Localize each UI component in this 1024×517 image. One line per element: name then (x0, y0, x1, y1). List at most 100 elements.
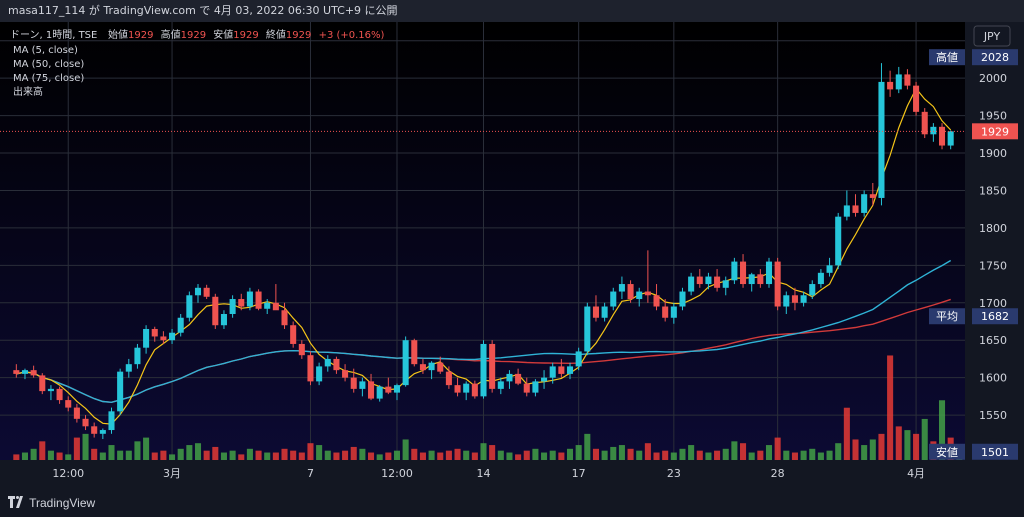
volume-bar (134, 441, 141, 460)
candle (938, 123, 946, 150)
volume-bar (627, 448, 634, 460)
volume-bar (333, 452, 340, 460)
candle (255, 289, 262, 311)
volume-bar (186, 445, 193, 460)
candle-body (895, 74, 902, 90)
candle-body (402, 340, 409, 386)
volume-bar (817, 452, 824, 460)
candle-body (653, 295, 660, 307)
candle (731, 257, 738, 285)
candle-body (618, 284, 625, 292)
candle (861, 190, 868, 217)
y-tick-label: 1850 (979, 184, 1007, 197)
currency-button[interactable]: JPY (973, 25, 1011, 47)
volume-bar (913, 433, 920, 460)
volume-bar (117, 450, 124, 460)
candle (108, 407, 115, 434)
candle-body (930, 126, 937, 135)
candle-body (376, 386, 383, 399)
volume-bar (169, 454, 176, 460)
candle-body (938, 126, 946, 146)
candle-body (359, 381, 366, 389)
volume-bar (826, 450, 833, 460)
candle (774, 257, 781, 311)
volume-bar (220, 452, 227, 460)
candle-body (636, 291, 643, 300)
volume-bar (662, 450, 669, 460)
price-chart[interactable]: 1550 1600 1650 1700 1750 1800 1850 1900 1950 2000… (0, 22, 1024, 490)
volume-bar (73, 437, 80, 460)
x-tick-label: 14 (477, 467, 491, 480)
candle-body (437, 362, 444, 372)
volume-bar (298, 452, 305, 460)
candle-body (679, 291, 686, 307)
candle-body (774, 261, 781, 307)
candle-body (549, 366, 556, 378)
volume-bar (316, 445, 323, 460)
candle-body (497, 381, 504, 389)
candle-body (307, 355, 314, 382)
y-tick-label: 1900 (979, 147, 1007, 160)
tradingview-logo[interactable]: TradingView (8, 496, 95, 510)
candle-body (419, 364, 426, 371)
volume-bar (636, 450, 643, 460)
volume-bar (39, 441, 46, 460)
volume-bar (203, 450, 210, 460)
volume-bar (324, 450, 331, 460)
candle-body (748, 274, 755, 285)
currency-label: JPY (983, 30, 1001, 43)
candle-body (670, 306, 677, 318)
volume-bar (350, 446, 357, 460)
candle-body (65, 400, 72, 408)
volume-bar (740, 443, 747, 460)
legend-ma5[interactable]: MA (5, close) (13, 45, 78, 56)
legend-ma50[interactable]: MA (50, close) (13, 59, 84, 70)
volume-bar (229, 450, 236, 460)
volume-bar (843, 407, 850, 460)
legend-volume[interactable]: 出来高 (13, 85, 43, 98)
volume-bar (852, 439, 859, 460)
candle-body (783, 295, 790, 307)
x-tick-label: 12:00 (381, 467, 413, 480)
candle-body (489, 343, 496, 389)
candle-body (454, 385, 461, 393)
price-marker-value: 1501 (981, 446, 1009, 459)
candle-body (368, 381, 375, 399)
volume-bar (454, 448, 461, 460)
candle-body (947, 131, 954, 146)
y-tick-label: 1550 (979, 409, 1007, 422)
candle (117, 368, 124, 416)
candle-body (566, 366, 574, 374)
candle-body (662, 306, 669, 318)
price-marker: 高値 2028 (929, 49, 1018, 66)
close-label: 終値 (266, 28, 286, 41)
candle-body (99, 430, 106, 434)
volume-bar (56, 452, 63, 460)
price-marker-label: 平均 (936, 310, 958, 323)
candle-body (471, 383, 478, 397)
y-tick-label: 1650 (979, 334, 1007, 347)
x-tick-label: 28 (771, 467, 785, 480)
candle-body (290, 325, 297, 344)
candle-body (194, 287, 202, 296)
candle-body (203, 287, 210, 297)
candle-body (731, 261, 738, 281)
candle-body (714, 276, 721, 288)
volume-bar (731, 441, 738, 460)
brand-name: TradingView (29, 496, 96, 510)
volume-bar (471, 452, 478, 460)
candle-body (541, 377, 548, 382)
volume-bar (359, 448, 366, 460)
candle-body (151, 328, 158, 337)
high-label: 高値 (161, 28, 181, 41)
candle (765, 257, 773, 288)
volume-bar (869, 439, 876, 460)
x-tick-label: 3月 (163, 467, 181, 480)
volume-bar (151, 452, 158, 460)
volume-bar (601, 450, 608, 460)
candle-body (817, 272, 824, 285)
volume-bar (47, 450, 54, 460)
legend-ma75[interactable]: MA (75, close) (13, 73, 84, 84)
volume-bar (125, 450, 132, 460)
volume-bar (177, 448, 184, 460)
